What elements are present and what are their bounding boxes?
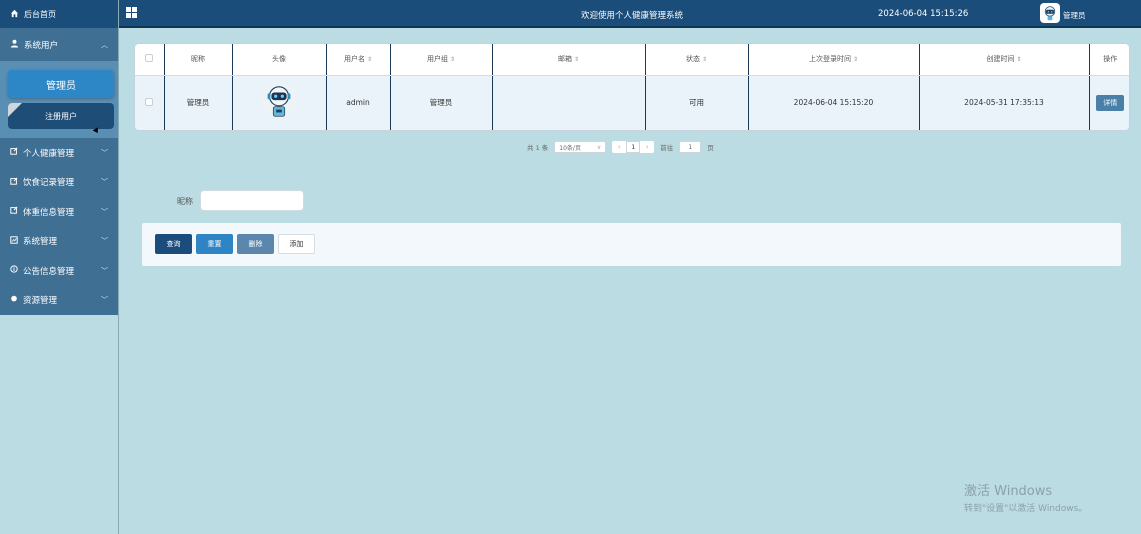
sort-icon: ⇕	[366, 56, 373, 64]
sort-icon: ⇕	[1016, 56, 1022, 64]
column-header-nickname: 昵称	[164, 44, 233, 76]
chevron-down-icon: ﹀	[101, 266, 108, 275]
row-checkbox[interactable]	[135, 75, 165, 130]
page-unit: 页	[707, 144, 714, 152]
top-header: 欢迎使用个人健康管理系统 2024-06-04 15:15:26 管理员	[119, 0, 1141, 28]
system-users-submenu: 管理员 注册用户	[0, 61, 118, 138]
robot-avatar-icon	[260, 82, 298, 119]
column-header-username[interactable]: 用户名 ⇕	[326, 44, 391, 76]
cell-created: 2024-05-31 17:35:13	[919, 75, 1090, 130]
submenu-label: 注册用户	[45, 111, 77, 121]
column-header-email[interactable]: 邮箱 ⇕	[492, 44, 646, 76]
page-size-select[interactable]: 10条/页 ∨	[554, 141, 607, 153]
sidebar-item-diet[interactable]: 饮食记录管理 ﹀	[0, 168, 118, 198]
detail-button[interactable]: 详情	[1096, 94, 1125, 111]
sidebar-item-health[interactable]: 个人健康管理 ﹀	[0, 138, 118, 168]
chevron-down-icon: ﹀	[101, 296, 108, 305]
cell-avatar	[232, 75, 327, 130]
cell-group: 管理员	[390, 75, 493, 130]
table-row: 管理员 admin 管理员 可用 2024-06-04 15:15:20 202…	[135, 75, 1129, 130]
user-icon	[10, 39, 19, 51]
cell-status: 可用	[645, 75, 749, 130]
column-header-status[interactable]: 状态 ⇕	[645, 44, 749, 76]
header-username[interactable]: 管理员	[1063, 10, 1086, 21]
table-header-row: 昵称 头像 用户名 ⇕ 用户组 ⇕ 邮箱 ⇕ 状态 ⇕ 上次登录时间 ⇕ 创建时间 ⇕ 操作	[135, 44, 1129, 76]
users-table: 昵称 头像 用户名 ⇕ 用户组 ⇕ 邮箱 ⇕ 状态 ⇕ 上次登录时间 ⇕ 创建时间 ⇕ 操作…	[134, 43, 1130, 131]
delete-button[interactable]: 删除	[237, 234, 274, 254]
chevron-down-icon: ﹀	[101, 148, 108, 157]
sort-icon: ⇕	[852, 56, 859, 64]
search-label: 昵称	[177, 197, 193, 206]
sidebar: 后台首页 系统用户 ︿ 管理员 注册用户 个人健康管理 ﹀ 饮食记录管理 ﹀ 体…	[0, 0, 119, 534]
cell-nickname: 管理员	[164, 75, 233, 130]
sort-icon: ⇕	[701, 56, 708, 64]
total-count: 共 1 条	[527, 144, 549, 152]
cell-username: admin	[326, 75, 391, 130]
nickname-search-input[interactable]	[200, 190, 304, 211]
robot-avatar-icon	[1044, 6, 1056, 21]
select-all-checkbox[interactable]	[135, 44, 165, 76]
chart-icon	[10, 236, 18, 247]
sort-icon: ⇕	[449, 56, 456, 64]
edit-icon	[10, 177, 18, 188]
cell-actions: 详情	[1089, 75, 1129, 130]
chevron-down-icon: ﹀	[101, 237, 108, 246]
reset-button[interactable]: 重置	[196, 234, 233, 254]
bulb-icon	[10, 295, 18, 306]
column-header-group[interactable]: 用户组 ⇕	[390, 44, 493, 76]
sidebar-item-announcements[interactable]: 公告信息管理 ﹀	[0, 256, 118, 286]
sidebar-item-label: 个人健康管理	[23, 148, 75, 159]
column-header-avatar: 头像	[232, 44, 327, 76]
edit-icon	[10, 147, 18, 158]
page-number[interactable]: 1	[626, 141, 641, 153]
pagination: 共 1 条 10条/页 ∨ ‹ 1 › 前往 1 页	[527, 141, 714, 153]
chevron-up-icon: ︿	[101, 40, 108, 49]
submenu-admin[interactable]: 管理员	[8, 70, 114, 98]
goto-input[interactable]: 1	[679, 141, 702, 153]
cell-email	[492, 75, 646, 130]
sidebar-item-weight[interactable]: 体重信息管理 ﹀	[0, 197, 118, 227]
sidebar-item-label: 系统用户	[24, 40, 59, 51]
submenu-registered-users[interactable]: 注册用户	[8, 103, 114, 129]
goto-label: 前往	[660, 144, 674, 152]
sidebar-item-label: 系统管理	[23, 237, 58, 248]
sidebar-item-label: 饮食记录管理	[23, 178, 75, 189]
sidebar-item-label: 公告信息管理	[23, 266, 75, 277]
edit-icon	[10, 206, 18, 217]
sidebar-item-system-users[interactable]: 系统用户 ︿	[0, 28, 118, 61]
column-header-actions: 操作	[1089, 44, 1129, 76]
column-header-created[interactable]: 创建时间 ⇕	[919, 44, 1090, 76]
chevron-down-icon: ﹀	[101, 207, 108, 216]
datetime-display: 2024-06-04 15:15:26	[878, 9, 969, 19]
page-title: 欢迎使用个人健康管理系统	[581, 11, 684, 21]
sidebar-home-link[interactable]: 后台首页	[0, 0, 118, 28]
chevron-down-icon: ﹀	[101, 178, 108, 187]
sidebar-item-resources[interactable]: 资源管理 ﹀	[0, 286, 118, 316]
sidebar-menu: 系统用户 ︿ 管理员 注册用户 个人健康管理 ﹀ 饮食记录管理 ﹀ 体重信息管理…	[0, 28, 118, 315]
sort-icon: ⇕	[573, 56, 580, 64]
column-header-last-login[interactable]: 上次登录时间 ⇕	[748, 44, 920, 76]
next-page-icon[interactable]: ›	[640, 143, 654, 151]
chevron-down-icon: ∨	[596, 143, 602, 151]
add-button[interactable]: 添加	[278, 234, 315, 254]
cell-last-login: 2024-06-04 15:15:20	[748, 75, 920, 130]
home-icon	[10, 9, 19, 20]
page-nav: ‹ 1 ›	[612, 141, 655, 153]
info-icon	[10, 265, 18, 276]
grid-menu-icon[interactable]	[126, 7, 137, 18]
query-button[interactable]: 查询	[155, 234, 192, 254]
sidebar-item-system[interactable]: 系统管理 ﹀	[0, 227, 118, 257]
avatar[interactable]	[1040, 3, 1060, 23]
home-label: 后台首页	[24, 9, 56, 19]
sidebar-item-label: 资源管理	[23, 296, 58, 307]
prev-page-icon[interactable]: ‹	[612, 143, 626, 151]
action-bar: 查询 重置 删除 添加	[142, 223, 1121, 266]
sidebar-item-label: 体重信息管理	[23, 207, 75, 218]
windows-activation-watermark: 激活 Windows 转到"设置"以激活 Windows。	[964, 484, 1088, 514]
